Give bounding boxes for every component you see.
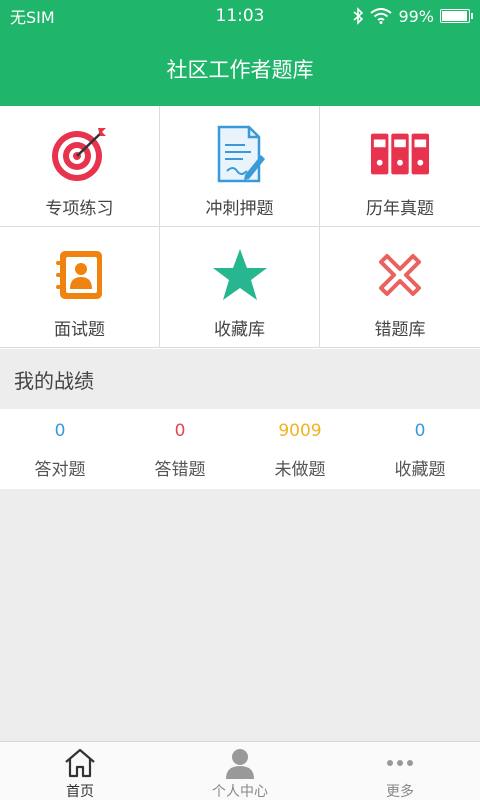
more-icon xyxy=(385,746,415,780)
tab-profile[interactable]: 个人中心 xyxy=(160,742,320,800)
battery-fill xyxy=(442,11,467,21)
battery-percent: 99% xyxy=(398,6,434,26)
bottom-tab-bar: 首页 个人中心 更多 xyxy=(0,741,480,800)
wifi-icon xyxy=(370,8,393,24)
bluetooth-icon xyxy=(353,7,364,25)
user-icon xyxy=(224,746,256,780)
stat-value: 0 xyxy=(174,421,186,441)
grid-item-label: 错题库 xyxy=(374,320,426,340)
cross-icon xyxy=(370,245,430,305)
grid-item-past-exams[interactable]: 历年真题 xyxy=(320,106,480,227)
star-icon xyxy=(210,245,270,305)
document-pen-icon xyxy=(210,124,270,184)
grid-item-label: 冲刺押题 xyxy=(205,199,274,219)
stat-value: 0 xyxy=(414,421,426,441)
stat-label: 未做题 xyxy=(274,460,326,480)
stat-value: 0 xyxy=(54,421,66,441)
page-title: 社区工作者题库 xyxy=(166,58,314,82)
stat-value: 9009 xyxy=(278,421,322,441)
battery-icon xyxy=(440,9,473,23)
tab-home[interactable]: 首页 xyxy=(0,742,160,800)
grid-item-label: 收藏库 xyxy=(214,320,265,340)
stat-label: 收藏题 xyxy=(394,460,446,480)
section-title-text: 我的战绩 xyxy=(14,368,94,393)
binders-icon xyxy=(370,124,430,184)
app-header: 社区工作者题库 xyxy=(0,32,480,106)
tab-label: 首页 xyxy=(66,784,94,800)
home-icon xyxy=(63,746,97,780)
status-bar: 无SIM 11:03 99% xyxy=(0,0,480,32)
grid-item-label: 专项练习 xyxy=(45,199,114,219)
tab-label: 个人中心 xyxy=(212,784,268,800)
carrier-text: 无SIM xyxy=(10,8,55,27)
tab-label: 更多 xyxy=(386,784,414,800)
grid-item-favorites[interactable]: 收藏库 xyxy=(160,227,320,348)
grid-item-wrong-questions[interactable]: 错题库 xyxy=(320,227,480,348)
section-title: 我的战绩 xyxy=(0,349,480,409)
grid-item-special-practice[interactable]: 专项练习 xyxy=(0,106,160,227)
feature-grid: 专项练习 冲刺押题 历年真题 面试题 收藏库 错题库 xyxy=(0,106,480,349)
stats-panel: 0 答对题 0 答错题 9009 未做题 0 收藏题 xyxy=(0,409,480,489)
grid-item-label: 面试题 xyxy=(54,320,105,340)
stat-label: 答错题 xyxy=(154,460,206,480)
grid-item-interview-questions[interactable]: 面试题 xyxy=(0,227,160,348)
status-right: 99% xyxy=(352,6,473,26)
stat-correct[interactable]: 0 答对题 xyxy=(0,409,120,489)
stat-favorites[interactable]: 0 收藏题 xyxy=(360,409,480,489)
stat-label: 答对题 xyxy=(34,460,86,480)
stat-undone[interactable]: 9009 未做题 xyxy=(240,409,360,489)
stat-wrong[interactable]: 0 答错题 xyxy=(120,409,240,489)
target-icon xyxy=(50,124,110,184)
tab-more[interactable]: 更多 xyxy=(320,742,480,800)
contact-book-icon xyxy=(50,245,110,305)
grid-item-sprint-questions[interactable]: 冲刺押题 xyxy=(160,106,320,227)
grid-item-label: 历年真题 xyxy=(366,199,434,219)
